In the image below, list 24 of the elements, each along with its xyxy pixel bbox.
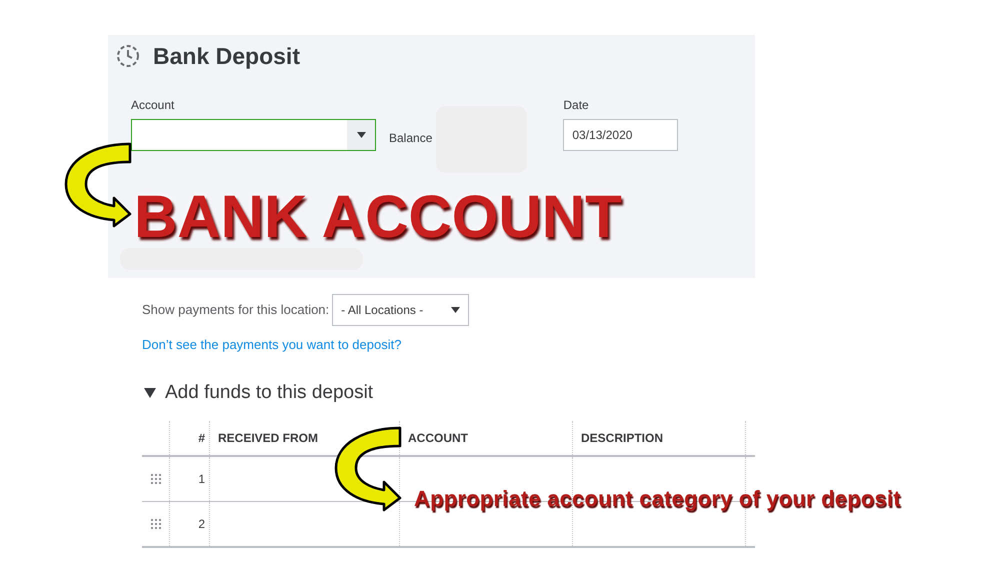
column-header: RECEIVED FROM [218,430,318,447]
row-number: 2 [198,516,205,533]
balance-label: Balance [389,130,432,144]
caret-icon [451,307,460,313]
column-header: ACCOUNT [408,430,468,447]
clock-icon [115,43,141,70]
date-label: Date [563,96,590,114]
account-label: Account [131,96,176,114]
row-number: 1 [198,471,205,488]
collapse-toggle-icon[interactable] [144,388,156,398]
date-field[interactable]: 03/13/2020 [563,118,678,150]
section-title: Add funds to this deposit [165,380,374,404]
account-dropdown[interactable] [131,118,376,150]
location-dropdown[interactable]: - All Locations - [332,294,470,326]
location-label: Show payments for this location: [142,301,330,320]
caret-icon [356,132,366,138]
column-header: # [198,430,205,447]
page-title: Bank Deposit [153,42,300,71]
drag-handle-icon[interactable] [150,474,160,484]
drag-handle-icon[interactable] [150,519,160,529]
banner-text: BANK ACCOUNT [134,188,622,246]
column-header: DESCRIPTION [581,430,664,447]
callout-text: Appropriate account category of your deposit [414,485,901,513]
help-link[interactable]: Don’t see the payments you want to deposit? [142,335,402,354]
